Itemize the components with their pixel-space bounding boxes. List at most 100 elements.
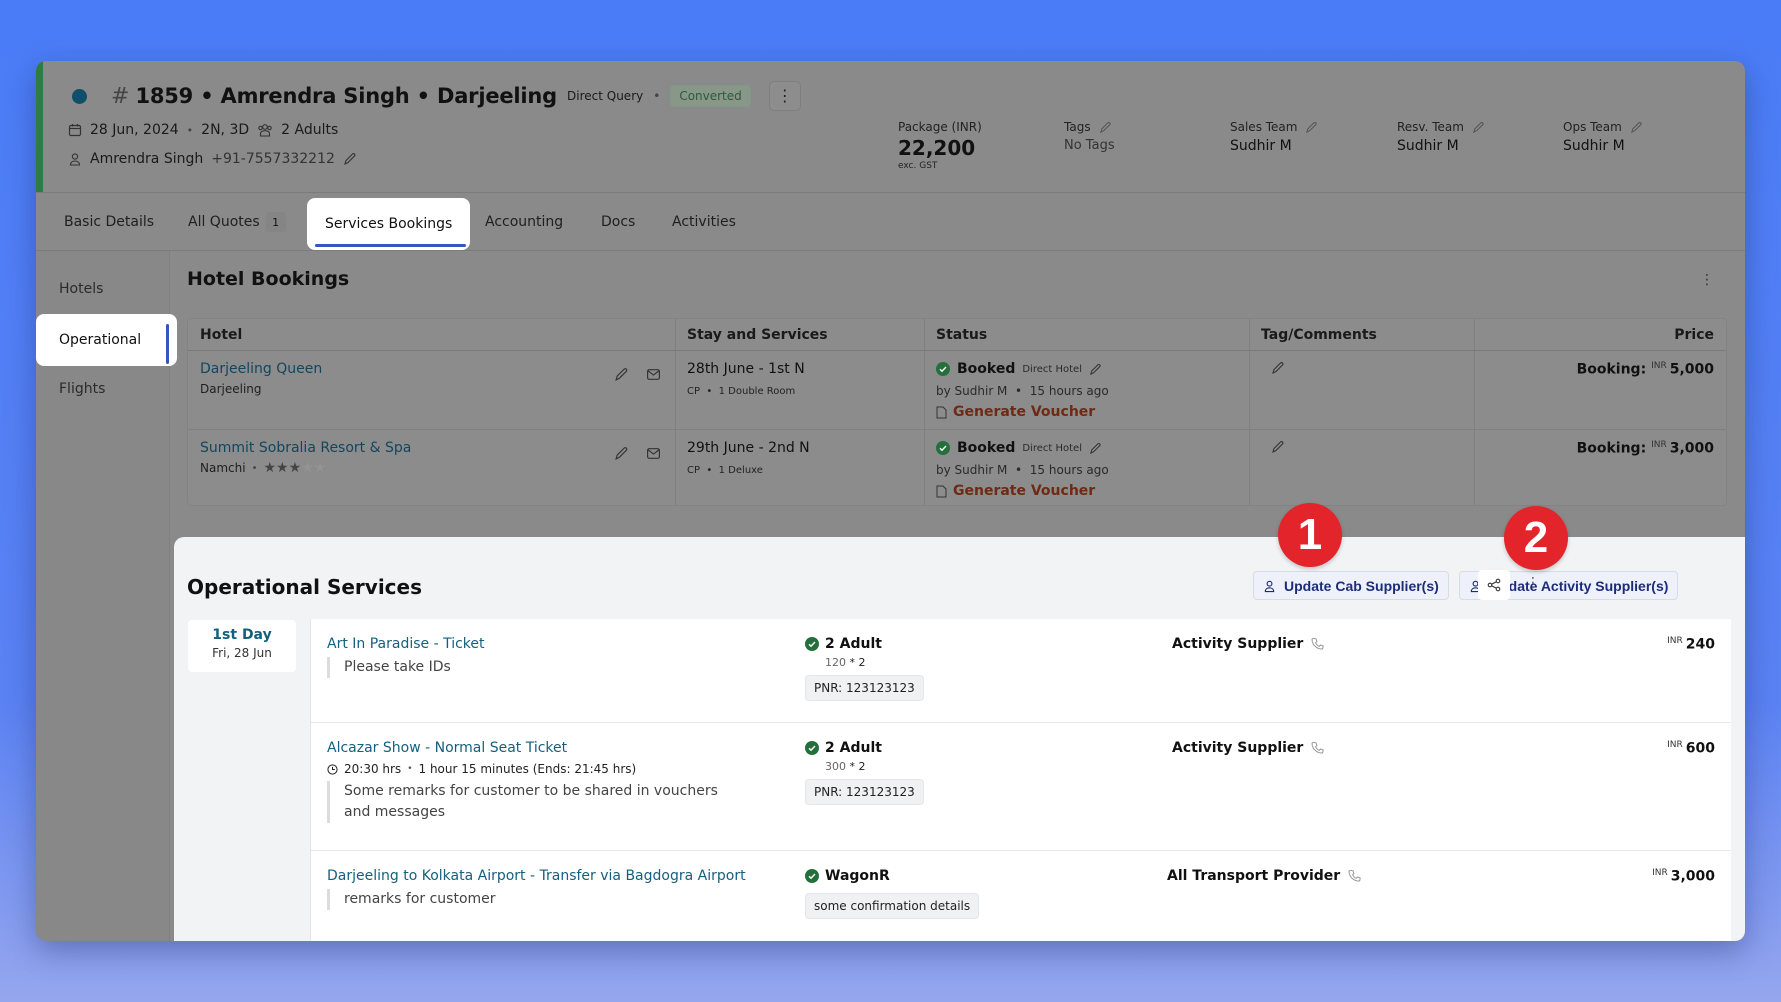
star-filled-icon: ★ [276, 460, 289, 476]
column-header-status: Status [936, 327, 988, 343]
phone-icon[interactable] [1348, 869, 1362, 883]
ops-team-stat: Ops Team Sudhir M [1563, 120, 1643, 154]
service-status: 2 Adult [805, 636, 882, 652]
phone-icon[interactable] [1311, 637, 1325, 651]
booked-by-user: by Sudhir M [936, 384, 1008, 398]
tab-label: Services Bookings [325, 216, 453, 232]
price-label: Booking: [1576, 361, 1647, 378]
edit-comment-icon[interactable] [1271, 361, 1285, 375]
service-price: INR 3,000 [1652, 868, 1715, 885]
trip-date: 28 Jun, 2024 [90, 122, 179, 138]
rate: 120 [825, 656, 846, 669]
check-circle-icon [805, 869, 819, 883]
edit-status-icon[interactable] [1089, 442, 1102, 455]
service-status: WagonR [805, 868, 890, 884]
day-card[interactable]: 1st Day Fri, 28 Jun [188, 620, 296, 672]
service-name-link[interactable]: Darjeeling to Kolkata Airport - Transfer… [327, 868, 746, 884]
status-text: Booked [957, 361, 1016, 377]
edit-status-icon[interactable] [1089, 363, 1102, 376]
update-cab-supplier-button[interactable]: Update Cab Supplier(s) [1253, 571, 1449, 600]
package-label: Package (INR) [898, 120, 982, 134]
separator: • [407, 764, 413, 774]
tab-label: Basic Details [64, 214, 155, 230]
trip-duration: 2N, 3D [201, 122, 250, 138]
button-label: Update Activity Supplier(s) [1490, 577, 1669, 594]
quantity-rate: 120 * 2 [825, 656, 866, 669]
edit-resv-team-icon[interactable] [1472, 121, 1485, 134]
email-hotel-icon[interactable] [646, 367, 661, 382]
document-icon [936, 485, 947, 497]
booking-status: Booked Direct Hotel [936, 361, 1102, 377]
generate-voucher-link[interactable]: Generate Voucher [936, 483, 1095, 499]
group-icon [257, 123, 273, 137]
page-title: 1859 • Amrendra Singh • Darjeeling [135, 84, 558, 108]
annotation-marker-2: 2 [1504, 506, 1568, 570]
star-empty-icon: ★ [313, 460, 327, 476]
hotel-name-link[interactable]: Darjeeling Queen [200, 361, 322, 377]
phone-icon[interactable] [1311, 741, 1325, 755]
edit-comment-icon[interactable] [1271, 440, 1285, 454]
customer-phone: +91-7557332212 [211, 151, 335, 167]
generate-voucher-link[interactable]: Generate Voucher [936, 404, 1095, 420]
supplier-name: All Transport Provider [1167, 868, 1341, 884]
confirmation-badge: some confirmation details [805, 893, 980, 919]
calendar-icon [68, 123, 82, 137]
operational-more-icon[interactable]: ⋮ [1526, 575, 1540, 591]
package-stat: Package (INR) 22,200 exc. GST [898, 120, 982, 171]
stay-services: CP • 1 Deluxe [687, 465, 763, 476]
sidebar-item-flights[interactable]: Flights [36, 363, 177, 415]
quote-count-badge: 1 [265, 212, 286, 232]
sidebar-item-hotels[interactable]: Hotels [36, 263, 177, 315]
currency: INR [1651, 440, 1667, 450]
service-price: INR 240 [1667, 636, 1715, 653]
service-remark: Please take IDs [327, 657, 451, 678]
edit-contact-icon[interactable] [343, 152, 357, 166]
check-circle-icon [805, 637, 819, 651]
multiplier: * 2 [849, 656, 866, 669]
resv-team-value: Sudhir M [1397, 138, 1459, 154]
edit-ops-team-icon[interactable] [1630, 121, 1643, 134]
quantity-rate: 300 * 2 [825, 760, 866, 773]
pax-count: 2 Adults [281, 122, 339, 138]
status-text: 2 Adult [825, 740, 882, 756]
hotel-bookings-more-icon[interactable]: ⋮ [1700, 273, 1714, 287]
booking-source: Direct Hotel [1022, 363, 1082, 375]
sidebar-item-operational[interactable]: Operational [36, 314, 177, 366]
tab-activities[interactable]: Activities [672, 193, 736, 251]
clock-icon [327, 763, 338, 775]
edit-sales-team-icon[interactable] [1305, 121, 1318, 134]
service-name-link[interactable]: Alcazar Show - Normal Seat Ticket [327, 740, 567, 756]
tab-basic-details[interactable]: Basic Details [64, 193, 154, 251]
hotel-name-link[interactable]: Summit Sobralia Resort & Spa [200, 440, 411, 456]
share-icon [1487, 578, 1501, 592]
tab-services-bookings[interactable]: Services Bookings [307, 198, 471, 250]
meal-plan: CP [687, 386, 701, 397]
column-header-tags: Tag/Comments [1261, 327, 1377, 343]
booking-price: Booking: INR 5,000 [1577, 361, 1714, 378]
tab-label: All Quotes [188, 214, 260, 230]
ops-team-label: Ops Team [1563, 120, 1622, 134]
price-value: 240 [1685, 636, 1715, 653]
package-value: 22,200 [898, 136, 976, 160]
share-button[interactable] [1478, 570, 1510, 600]
supplier: All Transport Provider [1167, 868, 1362, 884]
customer-contact: Amrendra Singh +91-7557332212 [68, 151, 357, 167]
operational-services-title: Operational Services [187, 575, 422, 599]
edit-hotel-icon[interactable] [614, 367, 629, 382]
more-options-button[interactable]: ⋮ [768, 81, 801, 111]
tab-docs[interactable]: Docs [601, 193, 635, 251]
list-item: Darjeeling to Kolkata Airport - Transfer… [311, 851, 1731, 941]
check-circle-icon [805, 741, 819, 755]
user-icon [68, 152, 82, 166]
edit-tags-icon[interactable] [1099, 121, 1112, 134]
stay-dates: 29th June - 2nd N [687, 440, 810, 456]
tab-accounting[interactable]: Accounting [485, 193, 563, 251]
currency: INR [1667, 740, 1683, 750]
edit-hotel-icon[interactable] [614, 446, 629, 461]
check-circle-icon [936, 441, 950, 455]
hotel-bookings-table: Hotel Stay and Services Status Tag/Comme… [187, 318, 1727, 506]
tab-all-quotes[interactable]: All Quotes 1 [188, 193, 286, 251]
row-divider [188, 429, 1726, 430]
service-name-link[interactable]: Art In Paradise - Ticket [327, 636, 485, 652]
email-hotel-icon[interactable] [646, 446, 661, 461]
